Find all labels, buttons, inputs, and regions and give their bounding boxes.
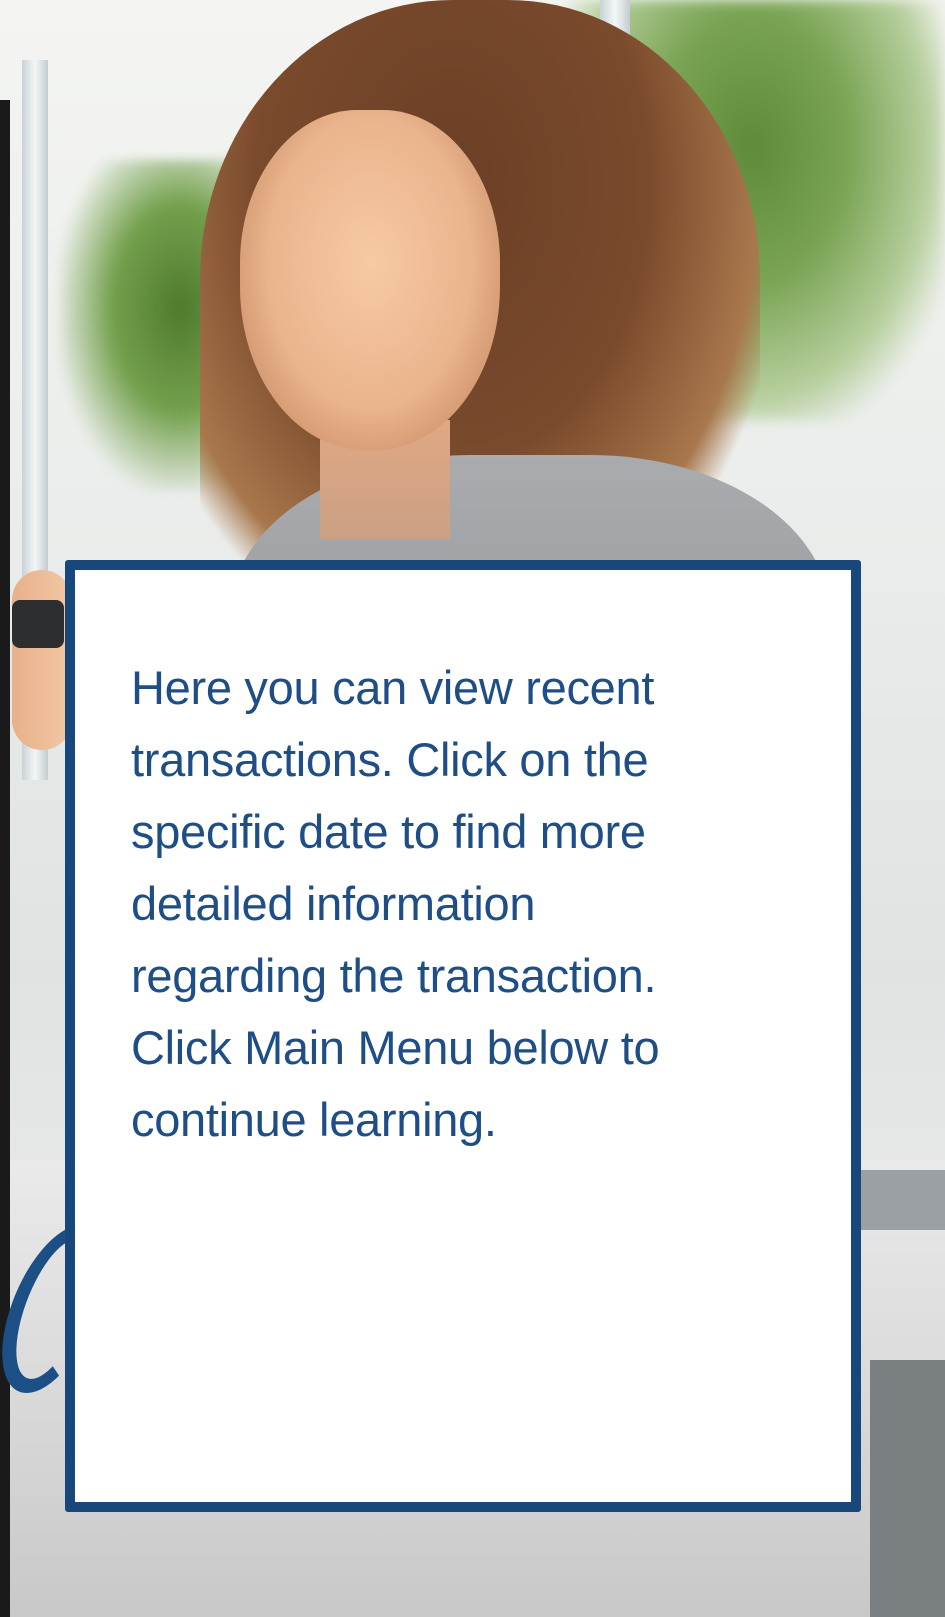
woman-hand [12, 570, 72, 750]
tutorial-line: Here you can view recent [131, 661, 655, 714]
tutorial-line: specific date to find more [131, 805, 646, 858]
tutorial-line: detailed information [131, 877, 536, 930]
tutorial-line: transactions. Click on the [131, 733, 649, 786]
frame-edge [0, 100, 10, 1617]
car-edge [860, 1170, 945, 1230]
tutorial-line: continue learning. [131, 1093, 497, 1146]
tutorial-line: Click Main Menu below to [131, 1021, 660, 1074]
tutorial-text: Here you can view recent transactions. C… [131, 652, 831, 1156]
phone-icon [12, 600, 64, 648]
tutorial-info-box: Here you can view recent transactions. C… [65, 560, 861, 1512]
tutorial-line: regarding the transaction. [131, 949, 657, 1002]
woman-face [240, 110, 500, 450]
car-edge-lower [870, 1360, 945, 1617]
